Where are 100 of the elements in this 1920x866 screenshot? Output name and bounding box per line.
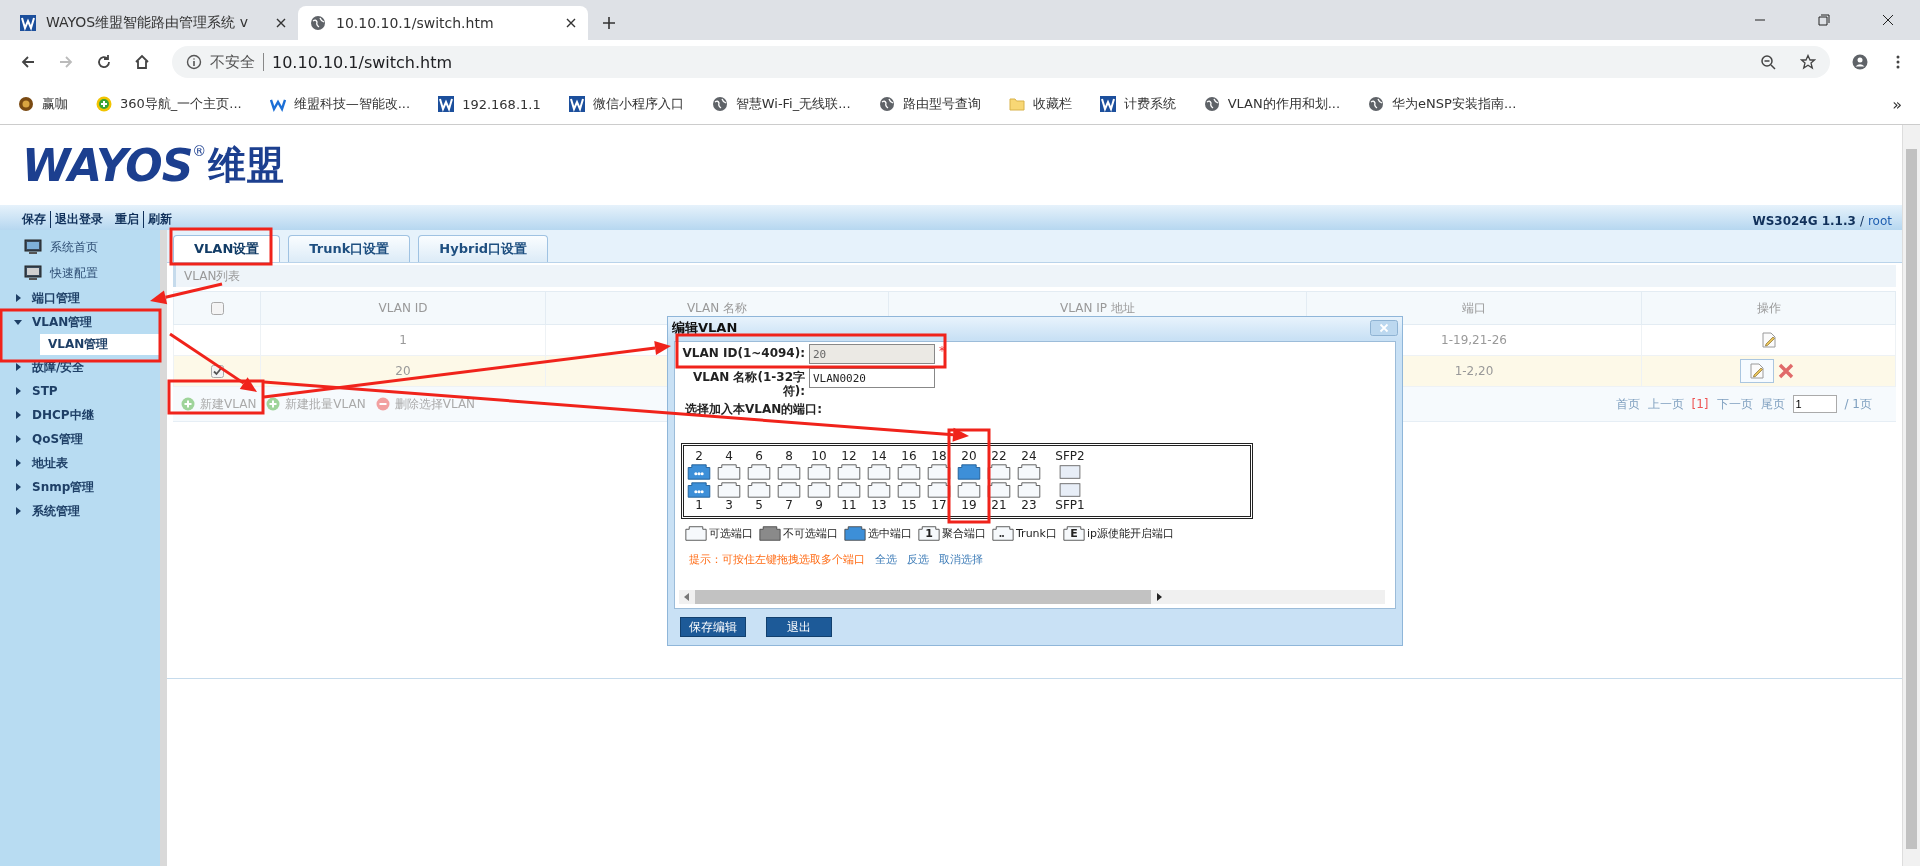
port-icon[interactable] — [867, 481, 891, 499]
selection-link[interactable]: 反选 — [907, 552, 929, 567]
port-number: 24 — [1021, 450, 1037, 463]
page-input[interactable]: 1 — [1792, 395, 1837, 413]
bookmark[interactable]: 计费系统 — [1099, 95, 1176, 113]
toolbar-link[interactable]: 退出登录 — [50, 211, 107, 228]
sidebar-group[interactable]: 系统管理 — [0, 499, 160, 523]
port-icon[interactable] — [837, 481, 861, 499]
port-icon[interactable] — [957, 463, 981, 481]
close-button[interactable] — [1370, 320, 1398, 336]
port-icon[interactable] — [777, 481, 801, 499]
sidebar-item[interactable]: VLAN管理 — [40, 334, 160, 355]
input-field[interactable]: VLAN0020 — [809, 368, 935, 388]
bookmark-label: 华为eNSP安装指南... — [1392, 95, 1517, 113]
port-icon[interactable] — [1017, 481, 1041, 499]
zoom-out-icon[interactable] — [1760, 54, 1776, 70]
bookmark[interactable]: VLAN的作用和划... — [1203, 95, 1341, 113]
close-icon[interactable] — [566, 18, 576, 28]
tab[interactable]: Trunk口设置 — [288, 235, 411, 262]
bookmark[interactable]: 微信小程序入口 — [568, 95, 684, 113]
bookmark[interactable]: 维盟科技—智能改... — [269, 95, 411, 113]
bookmark[interactable]: 路由型号查询 — [878, 95, 981, 113]
restore-icon[interactable] — [1818, 14, 1830, 26]
info-icon[interactable] — [186, 54, 202, 70]
sidebar-group[interactable]: 端口管理 — [0, 286, 160, 310]
more-bookmarks-chevron[interactable]: » — [1892, 94, 1902, 114]
sidebar-group[interactable]: 故障/安全 — [0, 355, 160, 379]
home-icon[interactable] — [134, 54, 150, 70]
scroll-left-icon[interactable] — [683, 593, 691, 601]
checkbox[interactable] — [210, 302, 224, 315]
port-number: 11 — [841, 499, 857, 512]
browser-tab[interactable]: 10.10.10.1/switch.htm — [298, 6, 588, 40]
forward-arrow-icon[interactable] — [58, 54, 74, 70]
horizontal-scrollbar[interactable] — [679, 590, 1385, 604]
toolbar-link[interactable]: 保存 — [18, 211, 50, 228]
close-icon[interactable] — [1882, 14, 1894, 26]
browser-tab[interactable]: WAYOS维盟智能路由管理系统 v — [8, 6, 298, 40]
bookmark[interactable]: 收藏栏 — [1008, 95, 1072, 113]
sidebar-group[interactable]: STP — [0, 379, 160, 403]
reload-icon[interactable] — [96, 54, 112, 70]
port-number: 4 — [725, 450, 733, 463]
port-icon[interactable] — [867, 463, 891, 481]
tab[interactable]: VLAN设置 — [173, 235, 281, 262]
port-icon[interactable] — [1017, 463, 1041, 481]
dialog-button[interactable]: 退出 — [766, 617, 832, 637]
port-icon[interactable] — [777, 463, 801, 481]
sidebar-group[interactable]: DHCP中继 — [0, 403, 160, 427]
port-icon[interactable] — [747, 463, 771, 481]
port-icon[interactable] — [687, 481, 711, 499]
sidebar-group[interactable]: VLAN管理 — [0, 310, 160, 334]
bookmark[interactable]: 华为eNSP安装指南... — [1368, 95, 1517, 113]
profile-icon[interactable] — [1852, 54, 1868, 70]
tab[interactable]: Hybrid口设置 — [418, 235, 549, 262]
caret-down-icon — [14, 318, 22, 326]
port-icon[interactable] — [747, 481, 771, 499]
bookmark[interactable]: 192.168.1.1 — [438, 96, 541, 112]
sidebar-group[interactable]: QoS管理 — [0, 427, 160, 451]
sidebar-group[interactable]: Snmp管理 — [0, 475, 160, 499]
section-header: VLAN列表 — [173, 265, 1896, 287]
port-number: SFP1 — [1055, 499, 1085, 512]
port-number: 10 — [811, 450, 827, 463]
legend-label: ip源使能开启端口 — [1086, 526, 1174, 541]
selection-link[interactable]: 取消选择 — [939, 552, 983, 567]
sfp-port-icon[interactable] — [1058, 463, 1082, 481]
edit-icon[interactable] — [1747, 362, 1766, 380]
port-icon[interactable] — [717, 463, 741, 481]
back-arrow-icon[interactable] — [20, 54, 36, 70]
port-icon[interactable] — [897, 481, 921, 499]
sidebar-group[interactable]: 地址表 — [0, 451, 160, 475]
close-icon[interactable] — [276, 18, 286, 28]
scroll-right-icon[interactable] — [1155, 593, 1163, 601]
port-icon[interactable] — [927, 481, 951, 499]
page-scrollbar[interactable] — [1902, 125, 1920, 866]
edit-icon[interactable] — [1759, 331, 1778, 349]
port-icon[interactable] — [807, 463, 831, 481]
user-link[interactable]: root — [1867, 214, 1892, 228]
port-icon[interactable] — [687, 463, 711, 481]
port-icon[interactable] — [897, 463, 921, 481]
selection-link[interactable]: 全选 — [875, 552, 897, 567]
bookmark[interactable]: 赢咖 — [18, 95, 68, 113]
plus-circle-icon — [181, 397, 195, 411]
delete-icon[interactable] — [1776, 362, 1795, 380]
sfp-port-icon[interactable] — [1058, 481, 1082, 499]
address-field[interactable]: 不安全 10.10.10.1/switch.htm — [172, 46, 1830, 78]
bookmark[interactable]: 360导航_一个主页... — [96, 95, 242, 113]
port-icon[interactable] — [927, 463, 951, 481]
sidebar-shortcut[interactable]: 系统首页 — [0, 234, 160, 260]
port-icon[interactable] — [717, 481, 741, 499]
sidebar-shortcut[interactable]: 快速配置 — [0, 260, 160, 286]
toolbar-link[interactable]: 重启 — [111, 211, 143, 228]
port-icon[interactable] — [957, 481, 981, 499]
port-number: 17 — [931, 499, 947, 512]
dialog-button[interactable]: 保存编辑 — [680, 617, 746, 637]
star-icon[interactable] — [1800, 54, 1816, 70]
toolbar-link[interactable]: 刷新 — [143, 211, 176, 228]
port-icon[interactable] — [807, 481, 831, 499]
bookmark[interactable]: 智慧Wi-Fi_无线联... — [711, 95, 851, 113]
sidebar-splitter[interactable] — [160, 230, 167, 866]
port-icon[interactable] — [837, 463, 861, 481]
new-tab-icon[interactable] — [602, 16, 616, 30]
